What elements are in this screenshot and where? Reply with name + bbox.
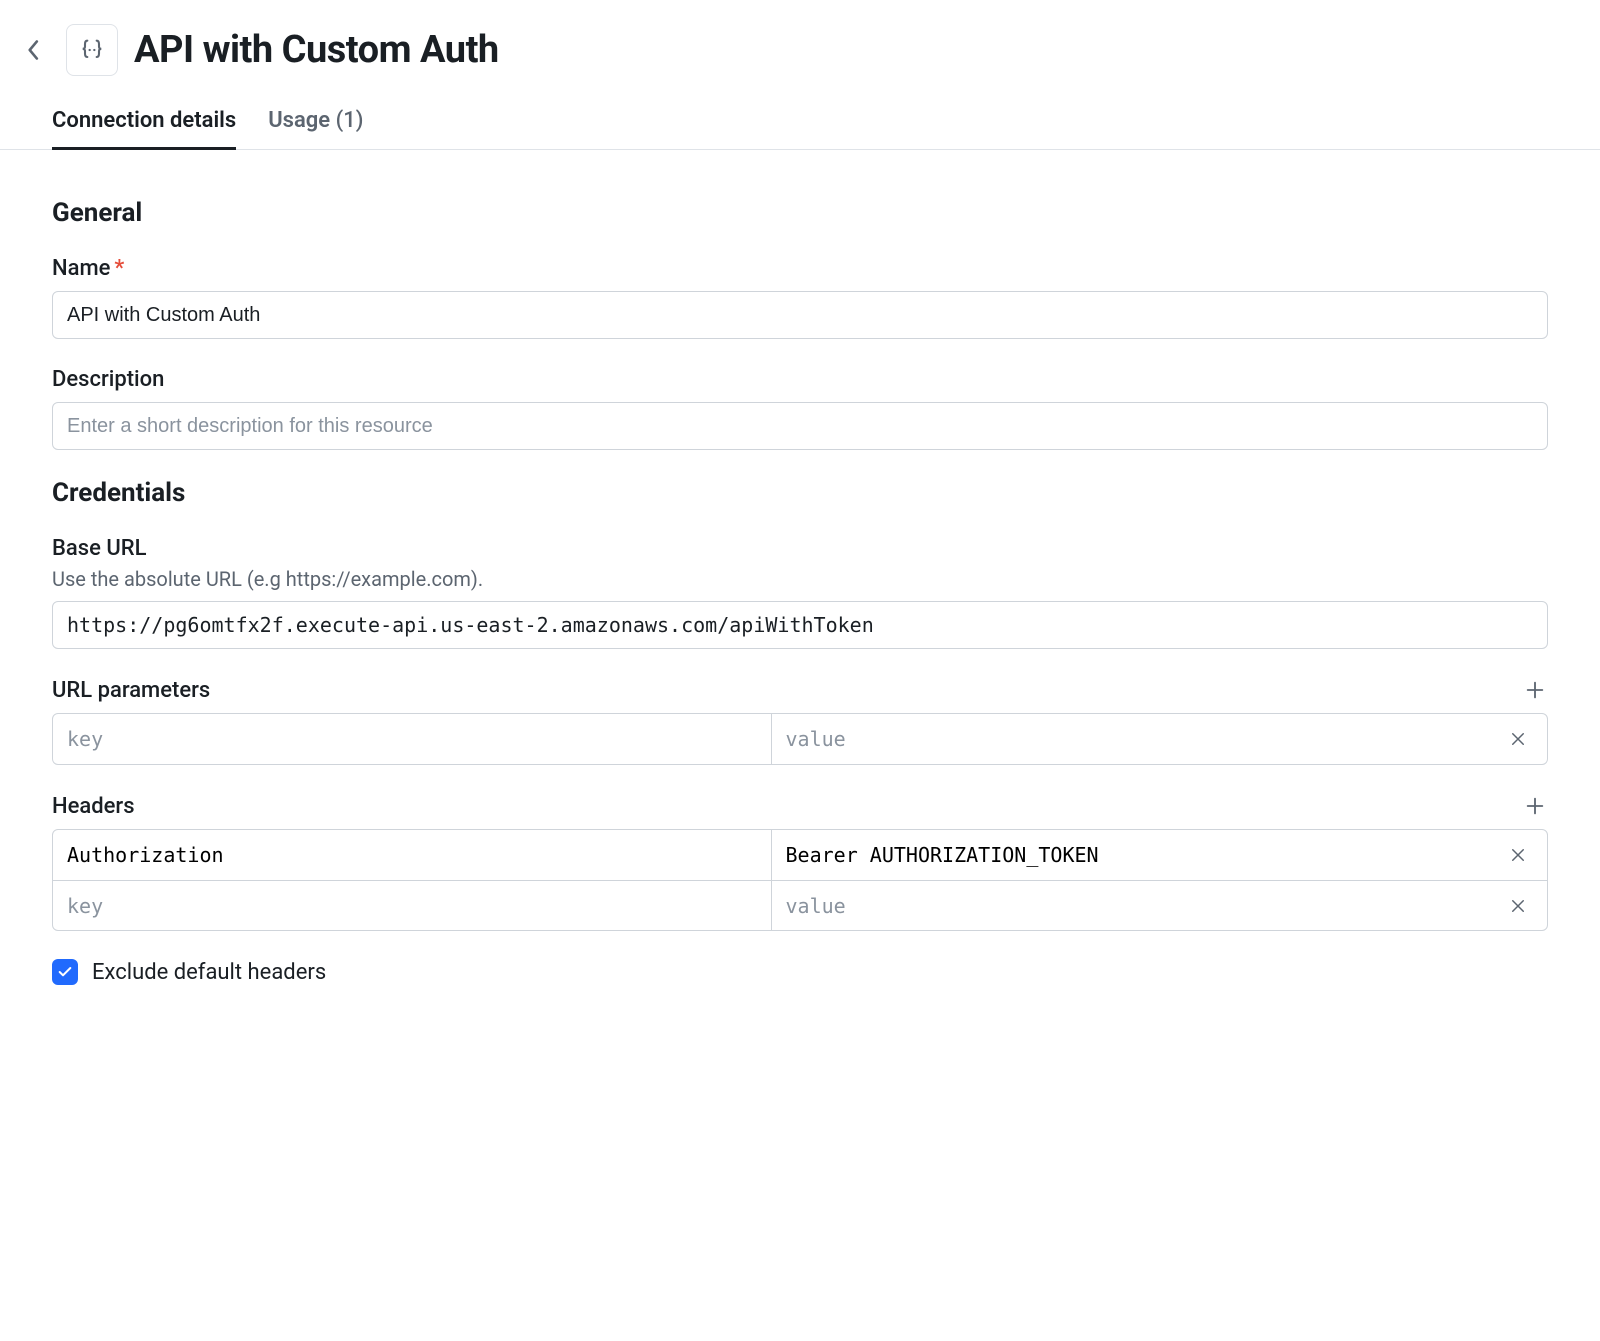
headers-table bbox=[52, 829, 1548, 931]
baseurl-input[interactable] bbox=[52, 601, 1548, 649]
section-heading-credentials: Credentials bbox=[52, 478, 1548, 508]
tab-usage[interactable]: Usage (1) bbox=[268, 108, 363, 150]
chevron-left-icon bbox=[27, 40, 41, 60]
close-icon bbox=[1509, 846, 1527, 864]
header-value-input[interactable] bbox=[772, 881, 1490, 930]
url-parameters-label: URL parameters bbox=[52, 678, 210, 703]
add-url-parameter-button[interactable] bbox=[1522, 677, 1548, 703]
url-parameter-key-input[interactable] bbox=[53, 714, 771, 764]
check-icon bbox=[57, 964, 73, 980]
add-header-button[interactable] bbox=[1522, 793, 1548, 819]
exclude-default-headers-label: Exclude default headers bbox=[92, 960, 326, 985]
resource-icon-box bbox=[66, 24, 118, 76]
page-title: API with Custom Auth bbox=[134, 28, 499, 72]
url-parameter-row bbox=[53, 714, 1547, 764]
baseurl-label: Base URL bbox=[52, 536, 1548, 561]
description-label: Description bbox=[52, 367, 1548, 392]
headers-label: Headers bbox=[52, 794, 135, 819]
exclude-default-headers-checkbox[interactable] bbox=[52, 959, 78, 985]
tab-usage-count: (1) bbox=[336, 108, 364, 133]
tabs: Connection details Usage (1) bbox=[0, 84, 1600, 150]
description-input[interactable] bbox=[52, 402, 1548, 450]
name-label: Name * bbox=[52, 256, 1548, 281]
remove-url-parameter-button[interactable] bbox=[1489, 714, 1547, 764]
tab-label: Connection details bbox=[52, 108, 236, 133]
remove-header-button[interactable] bbox=[1489, 830, 1547, 880]
back-button[interactable] bbox=[18, 34, 50, 66]
url-parameter-value-input[interactable] bbox=[772, 714, 1490, 764]
close-icon bbox=[1509, 730, 1527, 748]
url-parameters-table bbox=[52, 713, 1548, 765]
tab-label: Usage bbox=[268, 108, 330, 133]
code-braces-icon bbox=[78, 36, 106, 64]
header-key-input[interactable] bbox=[53, 830, 771, 880]
remove-header-button[interactable] bbox=[1489, 881, 1547, 930]
section-heading-general: General bbox=[52, 198, 1548, 228]
header-row bbox=[53, 830, 1547, 880]
close-icon bbox=[1509, 897, 1527, 915]
tab-connection-details[interactable]: Connection details bbox=[52, 108, 236, 150]
baseurl-hint: Use the absolute URL (e.g https://exampl… bbox=[52, 567, 1548, 591]
header-key-input[interactable] bbox=[53, 881, 771, 930]
name-input[interactable] bbox=[52, 291, 1548, 339]
header-value-input[interactable] bbox=[772, 830, 1490, 880]
header-row bbox=[53, 880, 1547, 930]
required-indicator: * bbox=[114, 256, 124, 281]
plus-icon bbox=[1524, 679, 1546, 701]
plus-icon bbox=[1524, 795, 1546, 817]
